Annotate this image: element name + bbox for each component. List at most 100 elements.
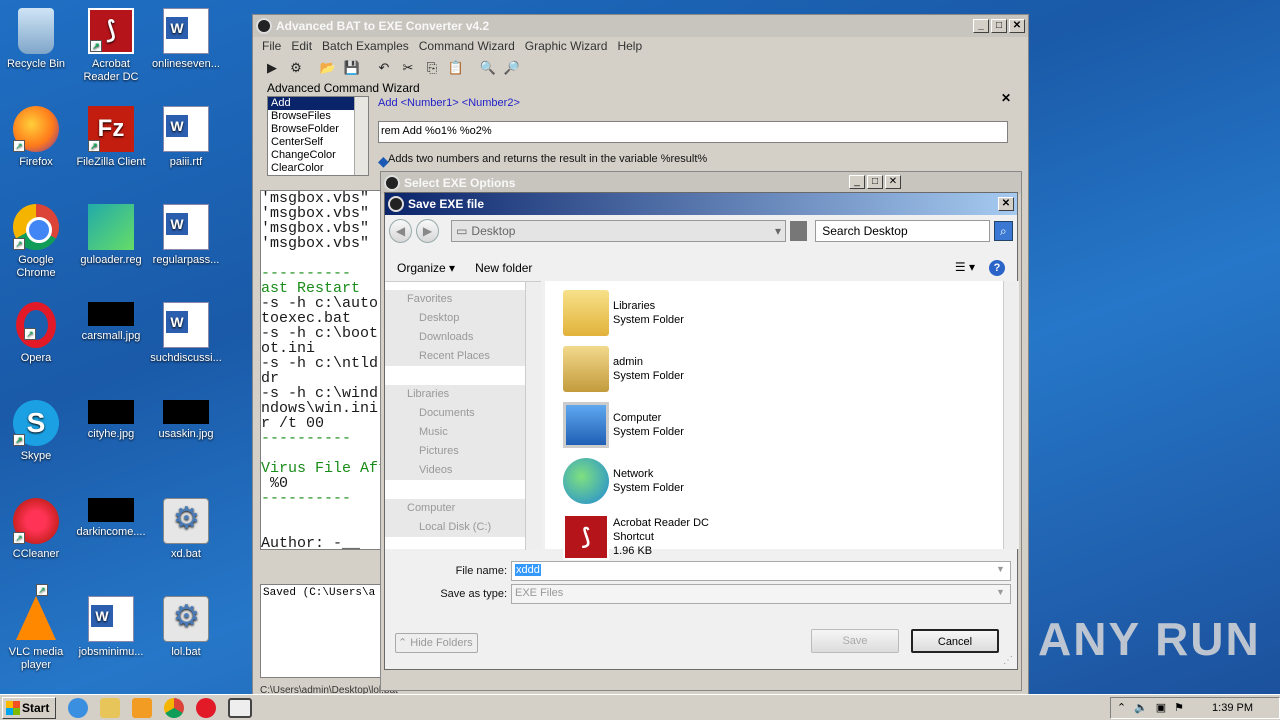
chevron-down-icon[interactable]: ▼ <box>996 587 1008 601</box>
command-list-scrollbar[interactable] <box>354 97 368 175</box>
bat-converter-task-icon[interactable] <box>228 697 252 718</box>
file-item[interactable]: ⟆ Acrobat Reader DC Shortcut 1.96 KB <box>563 512 709 562</box>
desktop-icon[interactable]: ↗ VLC media player <box>0 584 74 672</box>
command-item[interactable]: BrowseFiles <box>268 110 368 123</box>
save-dialog-titlebar[interactable]: Save EXE file ✕ <box>385 193 1017 215</box>
desktop-icon[interactable]: xd.bat <box>148 498 224 561</box>
command-input[interactable]: rem Add %o1% %o2% <box>378 121 1008 143</box>
desktop-icon[interactable]: ↗ Google Chrome <box>0 204 74 280</box>
file-name-input[interactable]: xddd ▼ <box>511 561 1011 581</box>
paste-icon[interactable]: 📋 <box>447 59 465 77</box>
menu-batch-examples[interactable]: Batch Examples <box>317 39 414 53</box>
file-item[interactable]: Libraries System Folder <box>563 288 684 338</box>
clock[interactable]: 1:39 PM <box>1212 702 1253 714</box>
view-options-icon[interactable]: ☰ ▾ <box>955 260 975 276</box>
command-item[interactable]: BrowseFolder <box>268 123 368 136</box>
cut-icon[interactable]: ✂ <box>399 59 417 77</box>
back-button[interactable]: ◀ <box>389 219 413 243</box>
resize-grip[interactable]: ⋰ <box>1003 655 1015 667</box>
menu-graphic-wizard[interactable]: Graphic Wizard <box>520 39 613 53</box>
desktop-icon[interactable]: carsmall.jpg <box>73 302 149 343</box>
exe-options-maximize-button[interactable]: □ <box>867 175 883 189</box>
nav-item[interactable]: Recent Places <box>385 347 541 366</box>
media-player-icon[interactable] <box>132 697 152 718</box>
open-icon[interactable]: 📂 <box>319 59 337 77</box>
desktop-icon[interactable]: ↗ Firefox <box>0 106 74 169</box>
desktop-icon[interactable]: darkincome.... <box>73 498 149 539</box>
command-item[interactable]: ClearColor <box>268 162 368 175</box>
exe-options-minimize-button[interactable]: _ <box>849 175 865 189</box>
desktop-icon[interactable]: ↗ Opera <box>0 302 74 365</box>
desktop-icon[interactable]: Wonlineseven... <box>148 8 224 71</box>
desktop-icon[interactable]: Wsuchdiscussi... <box>148 302 224 365</box>
copy-icon[interactable]: ⎘ <box>423 59 441 77</box>
save-dialog-close-button[interactable]: ✕ <box>998 197 1014 211</box>
desktop-icon[interactable]: cityhe.jpg <box>73 400 149 441</box>
nav-group[interactable]: Computer <box>385 499 541 518</box>
network-tray-icon[interactable]: ▣ <box>1156 701 1166 714</box>
explorer-icon[interactable] <box>100 697 120 718</box>
desktop-icon[interactable]: guloader.reg <box>73 204 149 267</box>
nav-item[interactable]: Music <box>385 423 541 442</box>
menu-help[interactable]: Help <box>612 39 647 53</box>
forward-button[interactable]: ▶ <box>416 219 440 243</box>
volume-icon[interactable]: 🔈 <box>1134 701 1148 714</box>
desktop-icon[interactable]: usaskin.jpg <box>148 400 224 441</box>
zoom-out-icon[interactable]: 🔎 <box>503 59 521 77</box>
nav-item[interactable]: Desktop <box>385 309 541 328</box>
script-editor[interactable]: 'msgbox.vbs"'msgbox.vbs"'msgbox.vbs"'msg… <box>260 190 384 550</box>
save-button[interactable]: Save <box>811 629 899 653</box>
maximize-button[interactable]: □ <box>991 19 1007 33</box>
close-button[interactable]: ✕ <box>1009 19 1025 33</box>
desktop-icon[interactable]: Wpaiii.rtf <box>148 106 224 169</box>
hide-folders-button[interactable]: ⌃ Hide Folders <box>395 633 478 653</box>
menu-file[interactable]: File <box>257 39 286 53</box>
new-folder-button[interactable]: New folder <box>475 261 532 275</box>
desktop-icon[interactable]: Recycle Bin <box>0 8 74 71</box>
chrome-taskbar-icon[interactable] <box>164 697 184 718</box>
save-icon[interactable]: 💾 <box>343 59 361 77</box>
nav-item[interactable]: Local Disk (C:) <box>385 518 541 537</box>
nav-group[interactable]: Libraries <box>385 385 541 404</box>
wizard-close-icon[interactable]: ✕ <box>1001 91 1011 105</box>
tray-expand-icon[interactable]: ⌃ <box>1117 701 1126 714</box>
search-icon[interactable]: ⌕ <box>993 221 1014 241</box>
chevron-down-icon[interactable]: ▼ <box>996 564 1008 578</box>
menu-command-wizard[interactable]: Command Wizard <box>414 39 520 53</box>
desktop-icon[interactable]: ⟆ ↗ Acrobat Reader DC <box>73 8 149 84</box>
minimize-button[interactable]: _ <box>973 19 989 33</box>
exe-options-close-button[interactable]: ✕ <box>885 175 901 189</box>
file-list-scrollbar[interactable] <box>1003 281 1019 549</box>
file-item[interactable]: Computer System Folder <box>563 400 684 450</box>
organize-button[interactable]: Organize ▾ <box>397 261 455 275</box>
zoom-in-icon[interactable]: 🔍 <box>479 59 497 77</box>
nav-item[interactable]: Downloads <box>385 328 541 347</box>
internet-explorer-icon[interactable] <box>68 697 88 718</box>
desktop-icon[interactable]: lol.bat <box>148 596 224 659</box>
search-input[interactable]: Search Desktop <box>815 220 990 242</box>
command-item[interactable]: CenterSelf <box>268 136 368 149</box>
nav-item[interactable]: Videos <box>385 461 541 480</box>
desktop-icon[interactable]: ↗ CCleaner <box>0 498 74 561</box>
chevron-down-icon[interactable]: ▾ <box>775 224 781 238</box>
app-titlebar[interactable]: Advanced BAT to EXE Converter v4.2 _ □ ✕ <box>253 15 1028 37</box>
command-item[interactable]: Add <box>268 97 368 110</box>
build-icon[interactable]: ⚙ <box>287 59 305 77</box>
undo-icon[interactable]: ↶ <box>375 59 393 77</box>
desktop-icon[interactable]: Wjobsminimu... <box>73 596 149 659</box>
file-item[interactable]: admin System Folder <box>563 344 684 394</box>
start-button[interactable]: Start <box>2 696 56 719</box>
file-item[interactable]: Network System Folder <box>563 456 684 506</box>
save-type-select[interactable]: EXE Files ▼ <box>511 584 1011 604</box>
nav-item[interactable]: Pictures <box>385 442 541 461</box>
desktop-icon[interactable]: S ↗ Skype <box>0 400 74 463</box>
run-icon[interactable]: ▶ <box>263 59 281 77</box>
address-bar[interactable]: ▭ Desktop ▾ <box>451 220 787 242</box>
navigation-scrollbar[interactable] <box>525 282 541 550</box>
desktop-icon[interactable]: Fz ↗ FileZilla Client <box>73 106 149 169</box>
exe-options-titlebar[interactable]: Select EXE Options <box>381 172 1021 194</box>
desktop-icon[interactable]: Wregularpass... <box>148 204 224 267</box>
command-list[interactable]: Add BrowseFiles BrowseFolder CenterSelf … <box>267 96 369 176</box>
menu-edit[interactable]: Edit <box>286 39 317 53</box>
help-icon[interactable]: ? <box>989 260 1005 276</box>
